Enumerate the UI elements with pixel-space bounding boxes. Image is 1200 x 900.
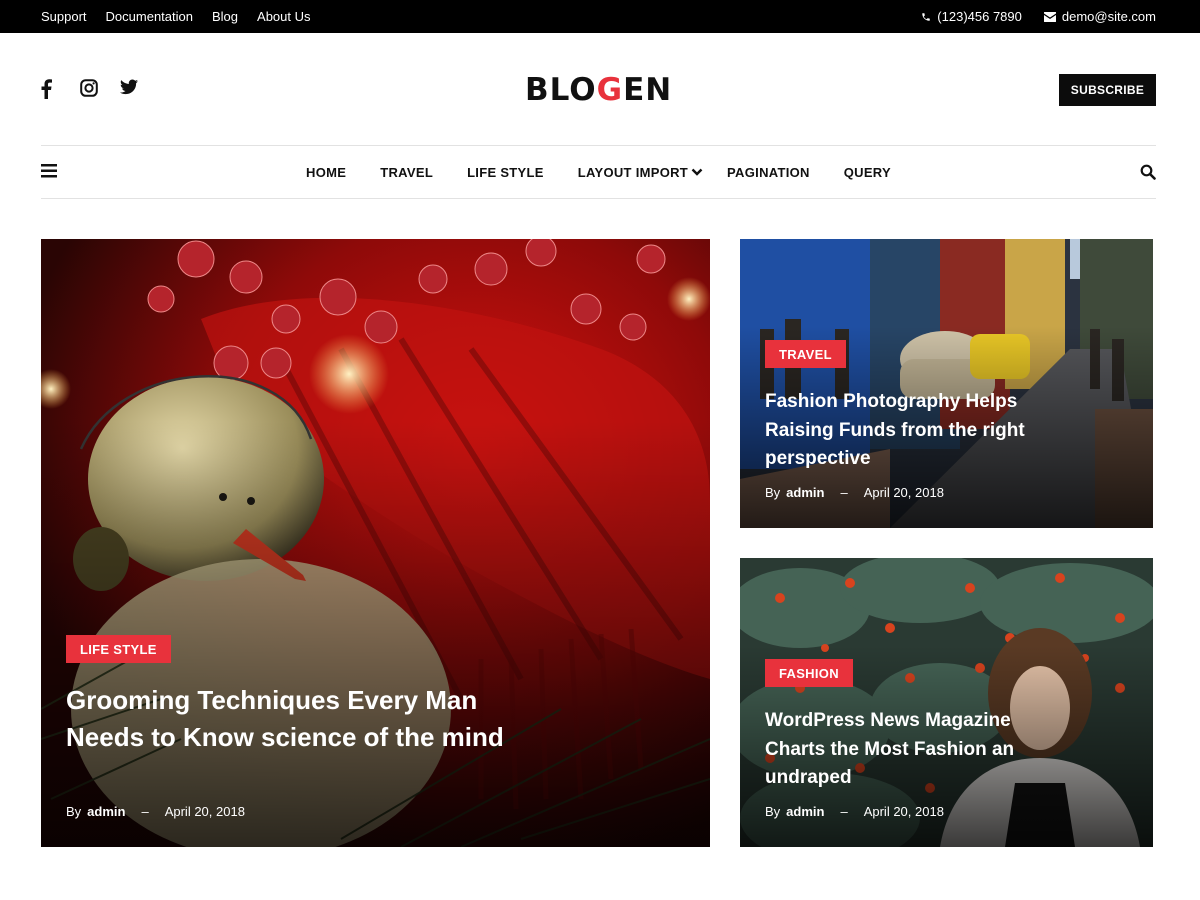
nav-item-layout-import[interactable]: LAYOUT IMPORT [578, 165, 703, 180]
side-post-card-bottom[interactable]: FASHION WordPress News Magazine Charts t… [740, 558, 1153, 847]
subscribe-button[interactable]: SUBSCRIBE [1059, 74, 1156, 106]
nav-item-query[interactable]: QUERY [844, 165, 891, 180]
social-links [40, 79, 138, 99]
side-post-bottom-category-badge[interactable]: FASHION [765, 659, 853, 687]
chevron-down-icon [691, 168, 703, 176]
featured-post-meta: By admin – April 20, 2018 [66, 804, 245, 819]
nav-item-travel[interactable]: TRAVEL [380, 165, 433, 180]
top-link-blog[interactable]: Blog [212, 9, 238, 24]
facebook-icon[interactable] [40, 79, 58, 99]
instagram-icon[interactable] [80, 79, 98, 99]
meta-by-label: By [66, 804, 82, 819]
side-post-top-meta: By admin – April 20, 2018 [765, 485, 944, 500]
side-post-top-title[interactable]: Fashion Photography Helps Raising Funds … [765, 388, 1055, 474]
email-contact[interactable]: demo@site.com [1043, 9, 1156, 24]
meta-separator: – [840, 804, 848, 819]
phone-number: (123)456 7890 [937, 9, 1022, 24]
meta-by-label: By [765, 485, 781, 500]
side-post-bottom-title[interactable]: WordPress News Magazine Charts the Most … [765, 707, 1055, 793]
top-contact: (123)456 7890 demo@site.com [921, 0, 1156, 33]
meta-by-label: By [765, 804, 781, 819]
phone-icon [922, 12, 931, 21]
meta-date: April 20, 2018 [164, 804, 245, 819]
top-bar: Support Documentation Blog About Us (123… [0, 0, 1200, 33]
featured-post-category-badge[interactable]: LIFE STYLE [66, 635, 171, 663]
phone-contact[interactable]: (123)456 7890 [921, 9, 1022, 24]
meta-date: April 20, 2018 [863, 804, 944, 819]
nav-item-home[interactable]: HOME [306, 165, 346, 180]
nav-item-label: PAGINATION [727, 164, 810, 180]
logo-text-start: BLO [525, 72, 597, 108]
search-icon[interactable] [1140, 164, 1156, 180]
nav-item-life-style[interactable]: LIFE STYLE [467, 165, 544, 180]
featured-post-title[interactable]: Grooming Techniques Every Man Needs to K… [66, 682, 506, 756]
nav-item-label: LAYOUT IMPORT [577, 164, 689, 180]
meta-author[interactable]: admin [786, 804, 824, 819]
top-link-documentation[interactable]: Documentation [106, 9, 193, 24]
main-nav: HOME TRAVEL LIFE STYLE LAYOUT IMPORT PAG… [41, 145, 1156, 199]
meta-author[interactable]: admin [786, 485, 824, 500]
email-address: demo@site.com [1061, 9, 1156, 24]
nav-item-label: HOME [306, 164, 347, 180]
nav-item-label: LIFE STYLE [467, 164, 544, 180]
site-logo[interactable]: BLO G EN [525, 70, 675, 110]
meta-date: April 20, 2018 [863, 485, 944, 500]
top-links: Support Documentation Blog About Us [41, 0, 311, 33]
twitter-icon[interactable] [120, 79, 138, 99]
logo-text-end: EN [623, 72, 673, 108]
meta-separator: – [840, 485, 848, 500]
logo-text-accent: G [596, 72, 624, 108]
top-link-about-us[interactable]: About Us [257, 9, 310, 24]
side-post-bottom-meta: By admin – April 20, 2018 [765, 804, 944, 819]
nav-menu: HOME TRAVEL LIFE STYLE LAYOUT IMPORT PAG… [41, 146, 1156, 198]
meta-separator: – [141, 804, 149, 819]
meta-author[interactable]: admin [87, 804, 125, 819]
nav-item-pagination[interactable]: PAGINATION [727, 165, 810, 180]
envelope-icon [1043, 11, 1056, 22]
nav-item-label: TRAVEL [380, 164, 434, 180]
top-link-support[interactable]: Support [41, 9, 87, 24]
featured-post-card[interactable]: LIFE STYLE Grooming Techniques Every Man… [41, 239, 710, 847]
side-post-top-category-badge[interactable]: TRAVEL [765, 340, 846, 368]
side-post-card-top[interactable]: TRAVEL Fashion Photography Helps Raising… [740, 239, 1153, 528]
nav-item-label: QUERY [843, 164, 891, 180]
